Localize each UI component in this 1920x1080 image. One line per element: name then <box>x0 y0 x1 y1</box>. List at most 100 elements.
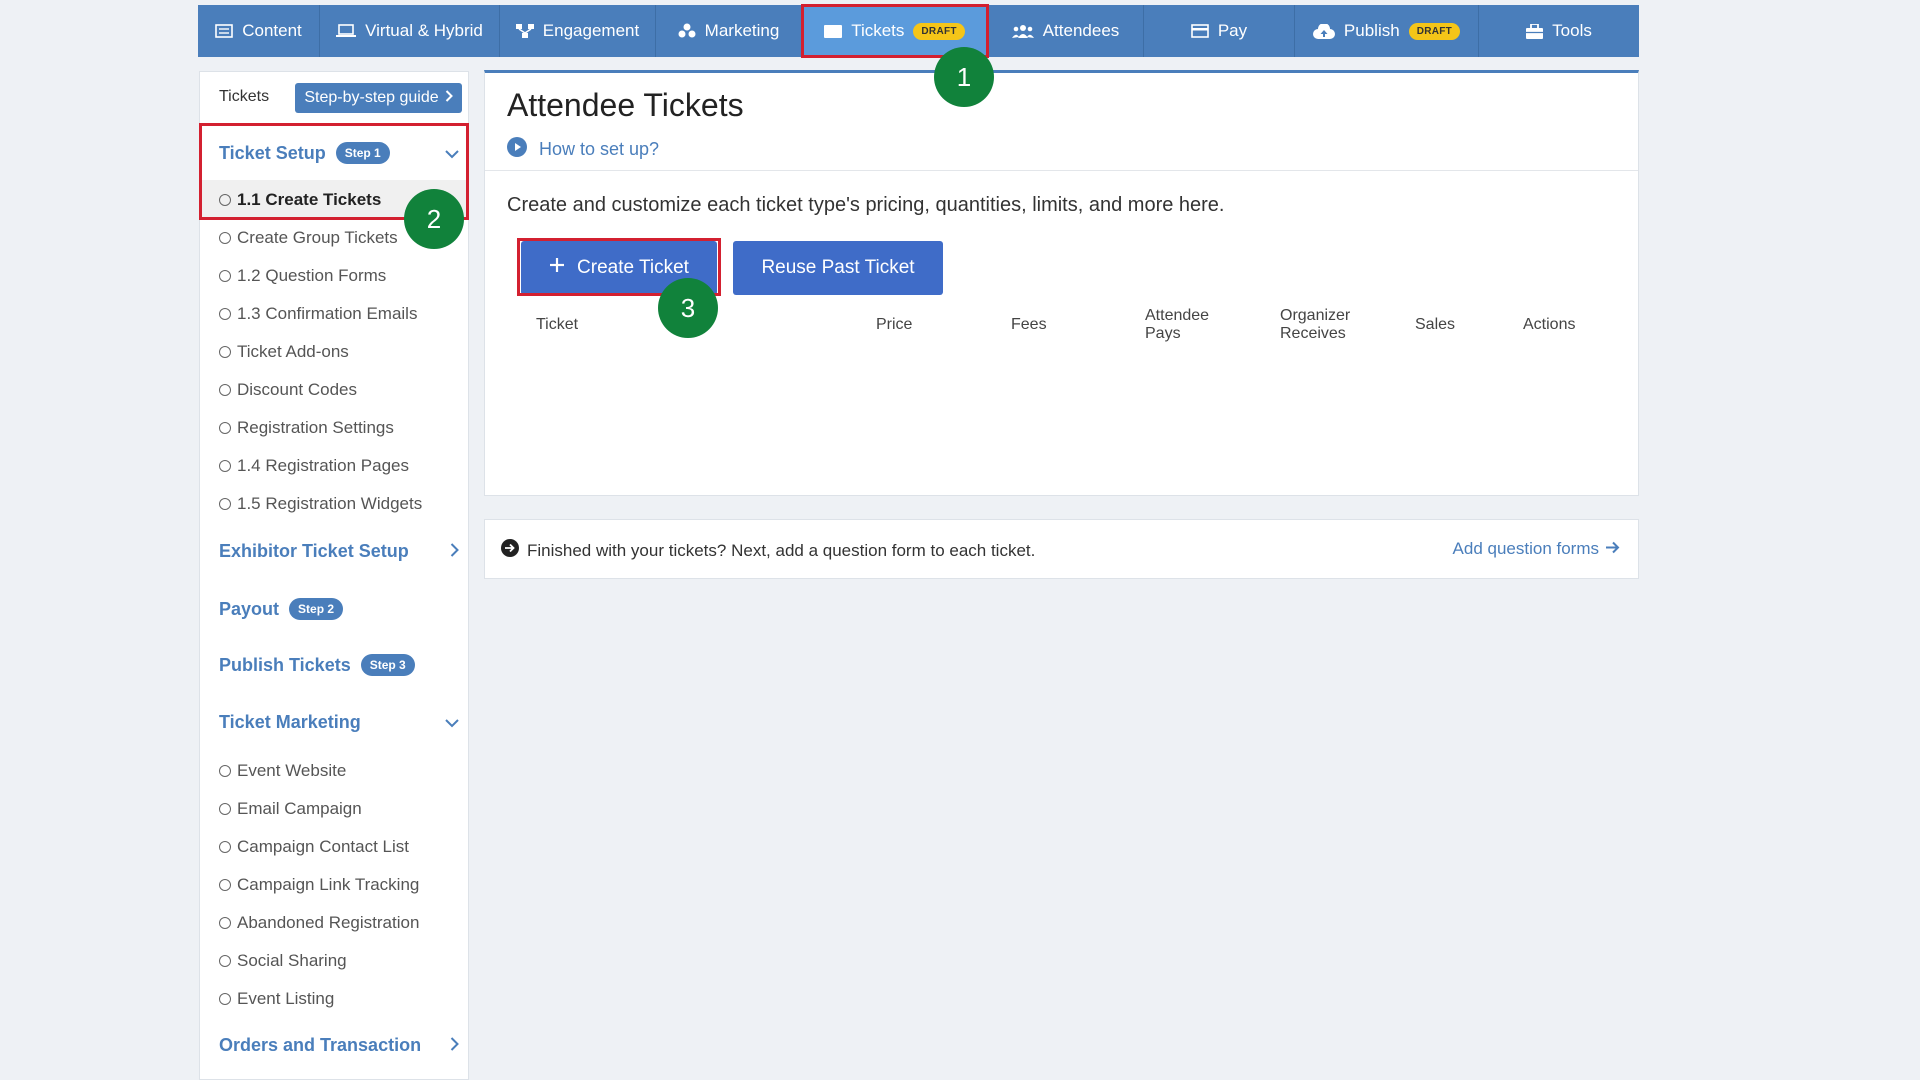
nav-publish[interactable]: Publish DRAFT <box>1295 5 1479 57</box>
sidebar-item-campaign-contact-list[interactable]: Campaign Contact List <box>219 837 409 857</box>
sidebar-item-label: 1.5 Registration Widgets <box>237 494 423 513</box>
nav-tools[interactable]: Tools <box>1479 5 1639 57</box>
reuse-past-ticket-button[interactable]: Reuse Past Ticket <box>733 241 943 295</box>
sidebar-section-ticket-marketing[interactable]: Ticket Marketing <box>219 712 465 733</box>
column-header-fees: Fees <box>1011 316 1047 333</box>
chevron-down-icon <box>445 143 459 164</box>
step-badge: Step 1 <box>335 142 390 164</box>
toolbox-icon <box>1526 23 1544 39</box>
draft-badge: DRAFT <box>1408 22 1461 40</box>
next-step-bar: Finished with your tickets? Next, add a … <box>484 519 1639 579</box>
arrow-right-icon <box>1605 539 1620 559</box>
sidebar-item-create-group-tickets[interactable]: Create Group Tickets <box>219 228 398 248</box>
nav-attendees-label: Attendees <box>1042 21 1120 40</box>
sidebar-item-label: 1.3 Confirmation Emails <box>237 304 418 323</box>
circle-icon <box>219 803 231 815</box>
sidebar-item-discount-codes[interactable]: Discount Codes <box>219 380 357 400</box>
circle-icon <box>219 993 231 1005</box>
circle-icon <box>219 498 231 510</box>
sidebar-item-label: 1.1 Create Tickets <box>237 190 382 209</box>
sidebar-item-create-tickets[interactable]: 1.1 Create Tickets <box>219 190 381 210</box>
sidebar-item-label: Campaign Link Tracking <box>237 875 420 894</box>
sidebar-section-payout[interactable]: Payout Step 2 <box>219 598 344 620</box>
circle-icon <box>219 346 231 358</box>
how-to-link[interactable]: How to set up? <box>507 137 659 162</box>
sidebar-item-social-sharing[interactable]: Social Sharing <box>219 951 347 971</box>
arrow-circle-right-icon <box>501 539 519 562</box>
section-label: Ticket Setup <box>219 142 326 163</box>
nav-pay[interactable]: Pay <box>1144 5 1295 57</box>
section-label: Orders and Transaction <box>219 1035 422 1055</box>
nav-marketing[interactable]: Marketing <box>656 5 802 57</box>
sidebar-item-event-listing[interactable]: Event Listing <box>219 989 334 1009</box>
circle-icon <box>219 270 231 282</box>
column-header-line: Pays <box>1145 325 1181 342</box>
chevron-right-icon <box>450 1035 459 1056</box>
next-step-text: Finished with your tickets? Next, add a … <box>501 539 1035 562</box>
sidebar-item-event-website[interactable]: Event Website <box>219 761 346 781</box>
nav-content-label: Content <box>242 21 302 40</box>
bullhorn-icon <box>678 23 696 39</box>
ticket-icon <box>824 24 843 38</box>
laptop-icon <box>336 24 357 38</box>
users-icon <box>1011 24 1034 38</box>
circle-icon <box>219 955 231 967</box>
sidebar-item-label: Email Campaign <box>237 799 362 818</box>
sidebar-item-registration-widgets[interactable]: 1.5 Registration Widgets <box>219 494 422 514</box>
column-header-line: Receives <box>1280 325 1346 342</box>
sidebar-title: Tickets <box>219 88 270 105</box>
sidebar-item-label: Event Website <box>237 761 347 780</box>
nav-engagement-label: Engagement <box>542 21 640 40</box>
add-question-forms-label: Add question forms <box>1452 539 1599 558</box>
column-header-price: Price <box>876 316 913 333</box>
column-header-line: Attendee <box>1145 307 1210 324</box>
sidebar-item-campaign-link-tracking[interactable]: Campaign Link Tracking <box>219 875 419 895</box>
sidebar-section-orders[interactable]: Orders and Transaction <box>219 1035 465 1056</box>
sidebar-item-abandoned-registration[interactable]: Abandoned Registration <box>219 913 419 933</box>
nav-tickets-label: Tickets <box>851 21 905 40</box>
circle-icon <box>219 422 231 434</box>
reuse-ticket-label: Reuse Past Ticket <box>761 257 915 278</box>
add-question-forms-link[interactable]: Add question forms <box>1453 539 1620 559</box>
column-header-organizer-receives: Organizer Receives <box>1280 307 1350 343</box>
nav-attendees[interactable]: Attendees <box>988 5 1144 57</box>
sidebar-item-label: Create Group Tickets <box>237 228 398 247</box>
sidebar-item-label: Campaign Contact List <box>237 837 409 856</box>
step-by-step-guide-button[interactable]: Step-by-step guide <box>295 83 462 113</box>
nav-publish-label: Publish <box>1343 21 1400 40</box>
step-marker-3: 3 <box>658 278 718 338</box>
page-title: Attendee Tickets <box>507 87 744 123</box>
guide-button-label: Step-by-step guide <box>304 89 439 106</box>
create-ticket-label: Create Ticket <box>577 257 689 278</box>
section-label: Payout <box>219 598 280 619</box>
sidebar-item-label: Social Sharing <box>237 951 347 970</box>
step-badge: Step 2 <box>289 598 344 620</box>
chevron-down-icon <box>445 712 459 733</box>
list-icon <box>215 24 234 38</box>
sidebar-section-publish-tickets[interactable]: Publish Tickets Step 3 <box>219 654 415 676</box>
circle-icon <box>219 765 231 777</box>
sidebar-item-registration-pages[interactable]: 1.4 Registration Pages <box>219 456 409 476</box>
sidebar-section-exhibitor[interactable]: Exhibitor Ticket Setup <box>219 541 465 562</box>
section-label: Ticket Marketing <box>219 712 361 732</box>
circle-icon <box>219 384 231 396</box>
circle-icon <box>219 879 231 891</box>
column-header-line: Organizer <box>1280 307 1351 324</box>
sidebar-item-question-forms[interactable]: 1.2 Question Forms <box>219 266 386 286</box>
sidebar-item-registration-settings[interactable]: Registration Settings <box>219 418 394 438</box>
step-badge: Step 3 <box>360 654 415 676</box>
chevron-right-icon <box>445 89 453 107</box>
plus-icon <box>549 257 565 279</box>
column-header-attendee-pays: Attendee Pays <box>1145 307 1209 343</box>
sidebar-item-ticket-add-ons[interactable]: Ticket Add-ons <box>219 342 349 362</box>
how-to-label: How to set up? <box>539 139 660 159</box>
nav-marketing-label: Marketing <box>704 21 780 40</box>
circle-icon <box>219 232 231 244</box>
nav-content[interactable]: Content <box>198 5 320 57</box>
sidebar-section-ticket-setup[interactable]: Ticket Setup Step 1 <box>219 142 465 164</box>
nav-virtual-hybrid[interactable]: Virtual & Hybrid <box>320 5 500 57</box>
nav-engagement[interactable]: Engagement <box>500 5 656 57</box>
sidebar-item-confirmation-emails[interactable]: 1.3 Confirmation Emails <box>219 304 417 324</box>
sidebar-item-email-campaign[interactable]: Email Campaign <box>219 799 362 819</box>
column-header-ticket: Ticket <box>536 316 579 333</box>
